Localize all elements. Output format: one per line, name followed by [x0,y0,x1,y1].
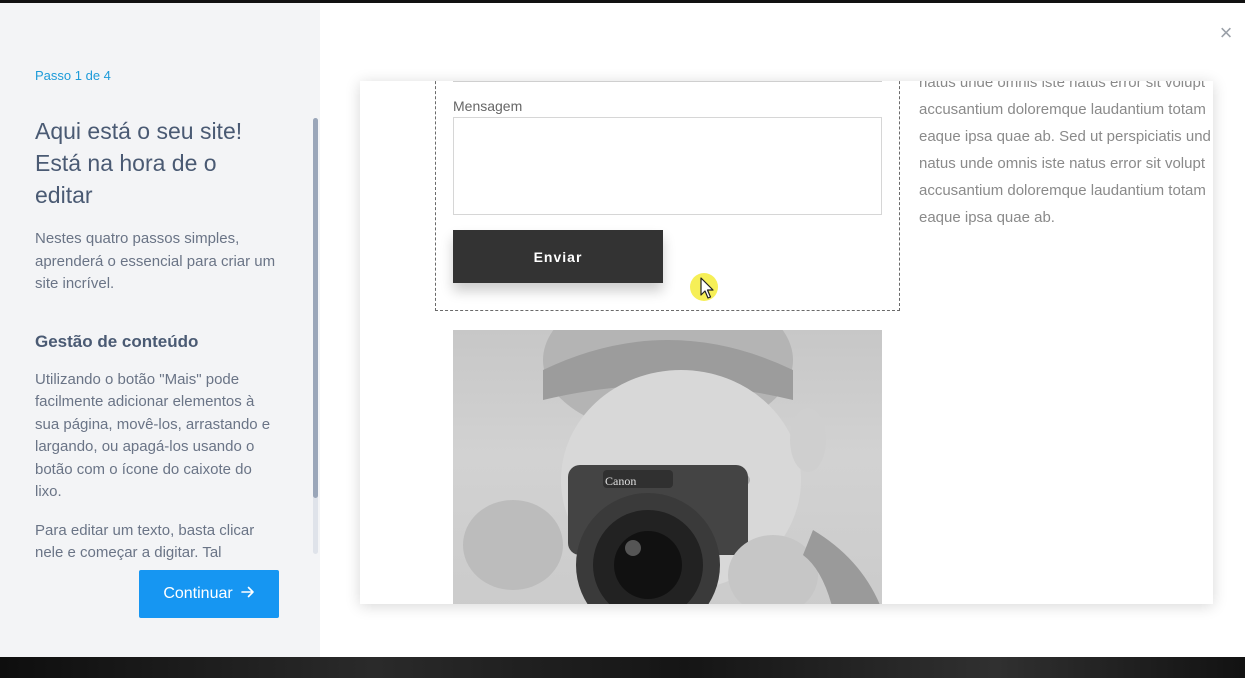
continue-button-label: Continuar [163,585,233,602]
section-paragraph-1: Utilizando o botão "Mais" pode facilment… [35,370,271,501]
message-textarea[interactable] [453,117,882,215]
body-text-line: eaque ipsa quae ab. Sed ut perspiciatis … [919,128,1211,145]
section-paragraph-2: Para editar um texto, basta clicar nele … [35,521,255,562]
background-bottom-strip [0,657,1245,678]
sidebar-scrollbar-thumb[interactable] [313,118,318,498]
step-indicator: Passo 1 de 4 [35,68,111,83]
close-icon: × [1219,20,1233,45]
site-preview[interactable]: Mensagem Enviar natus unde omnis iste na… [360,81,1213,604]
body-text-line: natus unde omnis iste natus error sit vo… [919,155,1205,172]
body-text-line: accusantium doloremque laudantium totam [919,101,1206,118]
body-text-line: eaque ipsa quae ab. [919,209,1055,226]
body-text-line: accusantium doloremque laudantium totam [919,182,1206,199]
onboarding-modal: Passo 1 de 4 Aqui está o seu site! Está … [0,3,1245,657]
close-button[interactable]: × [1216,20,1236,45]
preview-body-text[interactable]: natus unde omnis iste natus error sit vo… [919,81,1213,231]
page-title: Aqui está o seu site! Está na hora de o … [35,118,243,208]
form-field-edge [453,81,882,82]
sidebar-scroll-area[interactable]: Aqui está o seu site! Está na hora de o … [35,115,280,561]
onboarding-sidebar: Passo 1 de 4 Aqui está o seu site! Está … [0,3,320,657]
body-text-line: natus unde omnis iste natus error sit vo… [919,81,1205,91]
continue-button[interactable]: Continuar [139,570,279,618]
photographer-image[interactable]: Canon [453,330,882,604]
section-title: Gestão de conteúdo [35,331,199,351]
send-button[interactable]: Enviar [453,230,663,283]
intro-text: Nestes quatro passos simples, aprenderá … [35,230,276,292]
arrow-right-icon [240,585,255,603]
mouse-pointer [689,272,719,302]
camera-brand-label: Canon [605,474,636,488]
message-label: Mensagem [453,98,523,114]
